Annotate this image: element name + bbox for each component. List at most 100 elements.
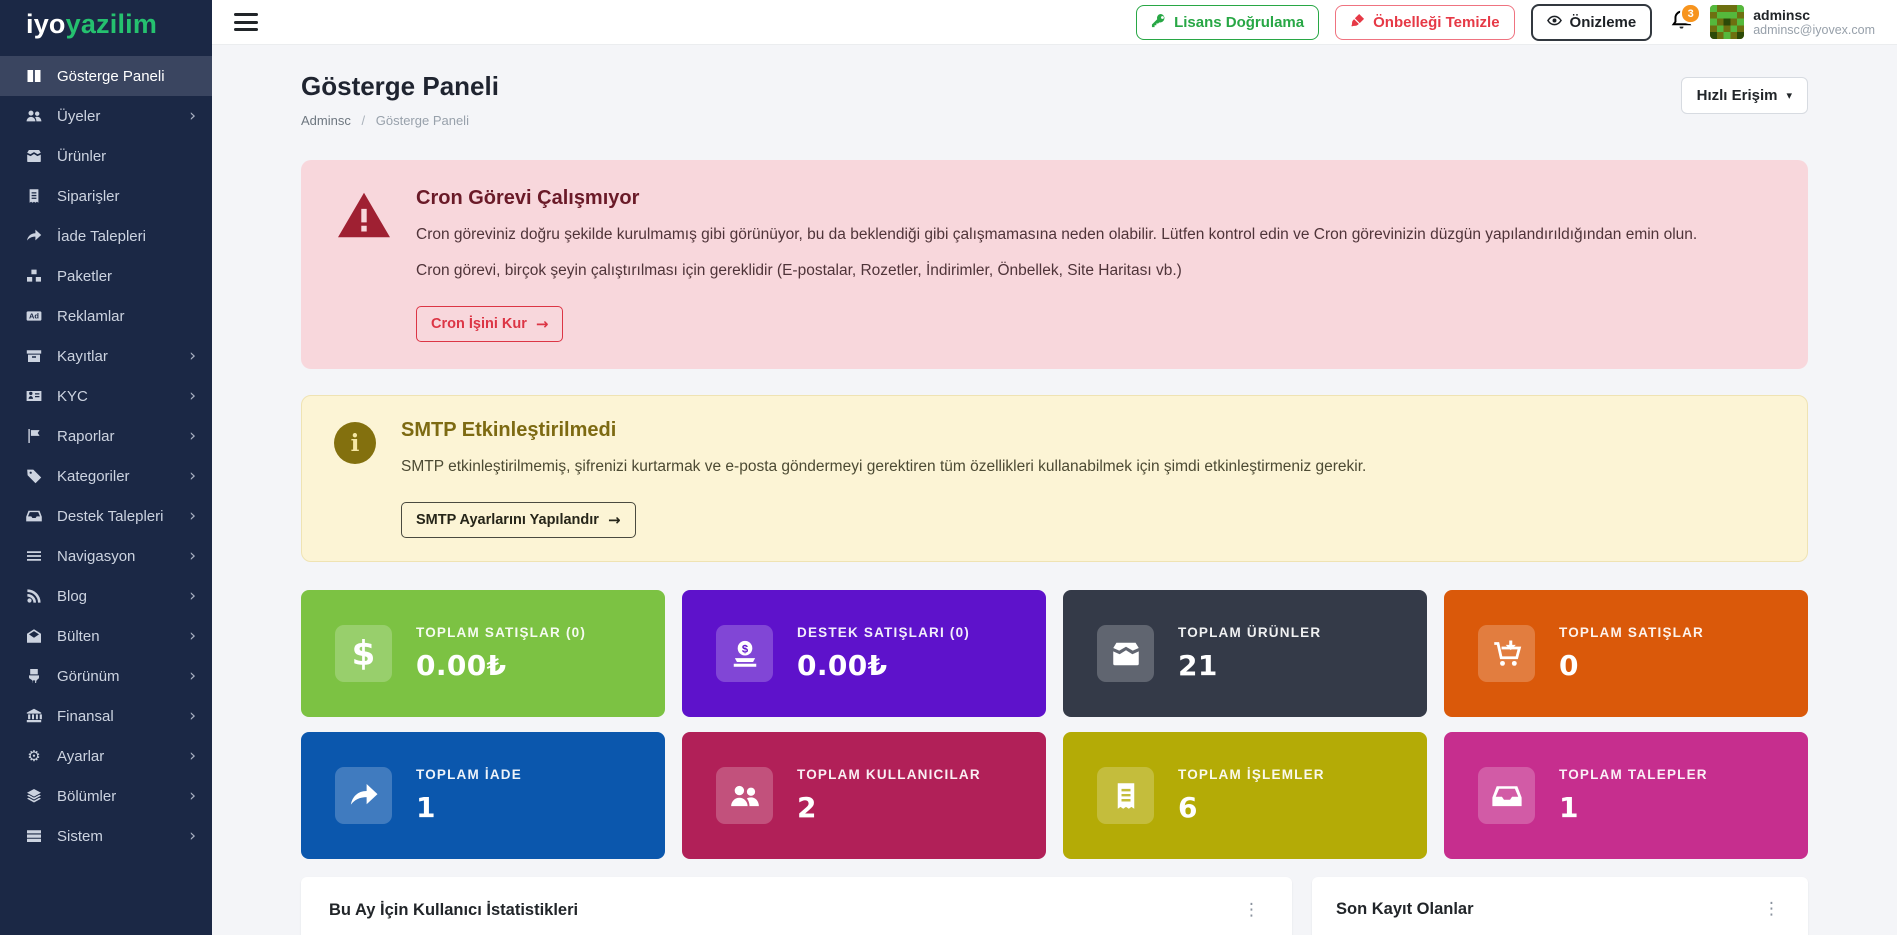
topbar-actions: Lisans Doğrulama Önbelleği Temizle Önizl… (1136, 4, 1875, 41)
share-icon (25, 228, 43, 244)
receipt-big-icon (1097, 767, 1154, 824)
sidebar-item-navigasyon[interactable]: Navigasyon› (0, 536, 212, 576)
sidebar-item-label: İade Talepleri (57, 228, 146, 245)
setup-cron-label: Cron İşini Kur (431, 316, 527, 332)
configure-smtp-button[interactable]: SMTP Ayarlarını Yapılandır → (401, 502, 636, 538)
sidebar-item-b-l-mler[interactable]: Bölümler› (0, 776, 212, 816)
notifications-button[interactable]: 3 (1668, 9, 1694, 35)
breadcrumb-current: Gösterge Paneli (376, 113, 469, 128)
recent-signups-title: Son Kayıt Olanlar (1336, 900, 1474, 919)
sidebar-item-label: Kayıtlar (57, 348, 108, 365)
sidebar-item-label: Reklamlar (57, 308, 125, 325)
sidebar-item-raporlar[interactable]: Raporlar› (0, 416, 212, 456)
sidebar-item--r-nler[interactable]: Ürünler (0, 136, 212, 176)
sidebar-item-label: Görünüm (57, 668, 120, 685)
clear-cache-button[interactable]: Önbelleği Temizle (1335, 5, 1514, 40)
sidebar-item-label: Ayarlar (57, 748, 104, 765)
tag-icon (25, 468, 43, 484)
arrow-right-icon: → (536, 315, 549, 333)
sidebar-item-g-sterge-paneli[interactable]: Gösterge Paneli (0, 56, 212, 96)
stat-value: 0 (1559, 649, 1704, 682)
sidebar-item-kategoriler[interactable]: Kategoriler› (0, 456, 212, 496)
sidebar-item-i-ade-talepleri[interactable]: İade Talepleri (0, 216, 212, 256)
user-menu[interactable]: adminsc adminsc@iyovex.com (1710, 5, 1875, 39)
caret-down-icon: ▾ (1786, 89, 1792, 102)
users-group-icon (716, 767, 773, 824)
stat-card-4[interactable]: TOPLAM İADE 1 (301, 732, 665, 859)
stat-card-7[interactable]: TOPLAM TALEPLER1 (1444, 732, 1808, 859)
sidebar-menu: Gösterge Paneli Üyeler› Ürünler Siparişler İ… (0, 48, 212, 856)
kebab-menu-icon[interactable]: ⋮ (1759, 899, 1784, 919)
arrow-right-icon: → (608, 511, 621, 529)
license-verify-button[interactable]: Lisans Doğrulama (1136, 5, 1319, 40)
eye-icon (1547, 13, 1562, 32)
stat-card-1[interactable]: $DESTEK SATIŞLARI (0)0.00₺ (682, 590, 1046, 717)
sidebar-item-kyc[interactable]: KYC› (0, 376, 212, 416)
sidebar-item-sipari-ler[interactable]: Siparişler (0, 176, 212, 216)
kebab-menu-icon[interactable]: ⋮ (1239, 900, 1264, 920)
stat-card-3[interactable]: TOPLAM SATIŞLAR0 (1444, 590, 1808, 717)
stat-card-6[interactable]: TOPLAM İŞLEMLER6 (1063, 732, 1427, 859)
paintbrush-icon (25, 668, 43, 684)
stat-card-0[interactable]: $TOPLAM SATIŞLAR (0)0.00₺ (301, 590, 665, 717)
bottom-widgets: Bu Ay İçin Kullanıcı İstatistikleri ⋮ 10… (301, 877, 1808, 935)
app-logo[interactable]: iyoyazilim (0, 0, 212, 48)
server-icon (25, 828, 43, 844)
gear-icon: ⚙ (25, 748, 43, 764)
preview-button[interactable]: Önizleme (1531, 4, 1653, 41)
stat-value: 0.00₺ (797, 649, 970, 682)
chevron-right-icon: › (189, 788, 196, 805)
breadcrumb-home[interactable]: Adminsc (301, 113, 351, 128)
chevron-right-icon: › (189, 668, 196, 685)
topbar: Lisans Doğrulama Önbelleği Temizle Önizl… (212, 0, 1897, 45)
user-stats-title: Bu Ay İçin Kullanıcı İstatistikleri (329, 901, 578, 920)
chevron-right-icon: › (189, 348, 196, 365)
logo-part-iyo: iyo (26, 9, 66, 40)
sidebar-toggle-icon[interactable] (234, 13, 258, 31)
sidebar-item-sistem[interactable]: Sistem› (0, 816, 212, 856)
sidebar-item-kay-tlar[interactable]: Kayıtlar › (0, 336, 212, 376)
clear-cache-label: Önbelleği Temizle (1373, 14, 1499, 31)
dollar-icon: $ (335, 625, 392, 682)
sidebar-item-label: Kategoriler (57, 468, 130, 485)
chevron-right-icon: › (189, 428, 196, 445)
rss-icon (25, 588, 43, 604)
sidebar-item-ayarlar[interactable]: ⚙Ayarlar› (0, 736, 212, 776)
sidebar-item--yeler[interactable]: Üyeler› (0, 96, 212, 136)
stat-label: TOPLAM KULLANICILAR (797, 767, 981, 782)
users-icon (25, 108, 43, 124)
sidebar-item-paketler[interactable]: Paketler (0, 256, 212, 296)
svg-text:$: $ (741, 643, 748, 655)
sidebar: iyoyazilim Gösterge Paneli Üyeler› Ürünler… (0, 0, 212, 935)
sidebar-item-label: Ürünler (57, 148, 106, 165)
setup-cron-button[interactable]: Cron İşini Kur → (416, 306, 563, 342)
chevron-right-icon: › (189, 708, 196, 725)
sidebar-item-blog[interactable]: Blog › (0, 576, 212, 616)
sidebar-item-label: Finansal (57, 708, 114, 725)
stat-value: 6 (1178, 791, 1325, 824)
preview-label: Önizleme (1570, 14, 1637, 31)
stat-label: TOPLAM İADE (416, 767, 522, 782)
sidebar-item-label: Blog (57, 588, 87, 605)
sidebar-item-g-r-n-m[interactable]: Görünüm › (0, 656, 212, 696)
stat-card-2[interactable]: TOPLAM ÜRÜNLER21 (1063, 590, 1427, 717)
stat-value: 1 (416, 791, 522, 824)
quick-access-button[interactable]: Hızlı Erişim ▾ (1681, 77, 1808, 114)
sidebar-item-reklamlar[interactable]: AdReklamlar (0, 296, 212, 336)
sidebar-item-label: Gösterge Paneli (57, 68, 165, 85)
chevron-right-icon: › (189, 588, 196, 605)
sidebar-item-destek-talepleri[interactable]: Destek Talepleri› (0, 496, 212, 536)
chevron-right-icon: › (189, 388, 196, 405)
quick-access-label: Hızlı Erişim (1697, 87, 1778, 104)
sidebar-item-label: Navigasyon (57, 548, 135, 565)
stat-card-5[interactable]: TOPLAM KULLANICILAR2 (682, 732, 1046, 859)
sidebar-item-label: Paketler (57, 268, 112, 285)
sidebar-item-finansal[interactable]: Finansal › (0, 696, 212, 736)
chevron-right-icon: › (189, 508, 196, 525)
cart-icon (1478, 625, 1535, 682)
key-icon (1151, 13, 1166, 32)
sidebar-item-b-lten[interactable]: Bülten› (0, 616, 212, 656)
stat-label: TOPLAM SATIŞLAR (0) (416, 625, 586, 640)
cron-warning-alert: Cron Görevi Çalışmıyor Cron göreviniz do… (301, 160, 1808, 369)
sidebar-item-label: Sistem (57, 828, 103, 845)
